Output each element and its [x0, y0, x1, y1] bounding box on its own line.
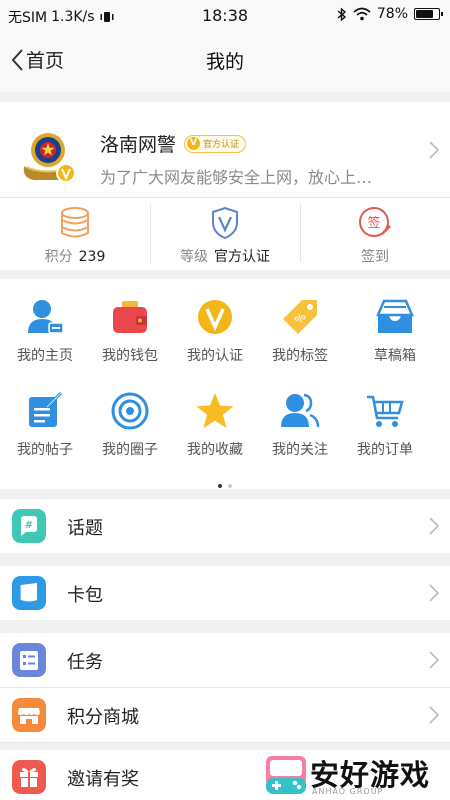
profile-description: 为了广大网友能够安全上网，放心上…: [100, 168, 373, 187]
grid-label: 我的收藏: [187, 442, 243, 458]
verified-badge-label: 官方认证: [203, 140, 240, 150]
sign-in-icon: 签: [359, 207, 391, 237]
card-icon: [12, 576, 46, 610]
list-item-tasks[interactable]: 任务: [0, 633, 450, 687]
chevron-right-icon: [429, 141, 440, 159]
list-item-topics[interactable]: # 话题: [0, 499, 450, 553]
avatar: [23, 133, 76, 183]
grid-label: 我的帖子: [17, 442, 73, 458]
drafts-icon: [376, 299, 414, 333]
grid-item-favorites[interactable]: 我的收藏: [170, 391, 260, 459]
divider: [0, 742, 450, 743]
page-dot-active: [218, 484, 222, 488]
chevron-right-icon: [429, 517, 440, 535]
page-dot: [228, 484, 232, 488]
task-icon: [12, 643, 46, 677]
status-bar: 无SIM 1.3K/s 18:38 78%: [0, 0, 450, 30]
list-item-label: 卡包: [67, 585, 103, 606]
coins-icon: [61, 207, 89, 238]
watermark-sub: ANHAO GROUP: [312, 787, 384, 796]
post-icon: [29, 391, 63, 427]
topic-icon: #: [12, 509, 46, 543]
grid-item-wallet[interactable]: 我的钱包: [85, 297, 175, 365]
grid-label: 我的主页: [17, 348, 73, 364]
grid-item-posts[interactable]: 我的帖子: [0, 391, 90, 459]
verified-icon: [198, 300, 232, 334]
grid-item-circles[interactable]: 我的圈子: [85, 391, 175, 459]
watermark: 安好游戏 ANHAO GROUP: [264, 752, 450, 800]
chevron-right-icon: [429, 706, 440, 724]
list-item-label: 积分商城: [67, 707, 139, 728]
verified-v-icon: V: [187, 137, 201, 150]
verified-badge: V 官方认证: [184, 134, 247, 153]
profile-page: 无SIM 1.3K/s 18:38 78% 首页 我的 洛南网警 V 官方认证 …: [0, 0, 450, 800]
grid-label: 我的标签: [272, 348, 328, 364]
stat-points-value: 239: [78, 249, 106, 265]
grid-item-following[interactable]: 我的关注: [255, 391, 345, 459]
svg-text:#: #: [25, 520, 33, 531]
gift-icon: [12, 760, 46, 794]
list-item-label: 任务: [67, 652, 103, 673]
shield-v-icon: [212, 206, 238, 240]
battery-percent: 78%: [376, 6, 408, 22]
battery-icon: [414, 8, 443, 20]
grid-item-homepage[interactable]: 我的主页: [0, 297, 90, 365]
stat-points[interactable]: 积分 239: [0, 198, 150, 270]
stat-checkin[interactable]: 签 签到: [300, 198, 450, 270]
grid-item-drafts[interactable]: 草稿箱: [350, 297, 440, 365]
profile-name: 洛南网警: [100, 134, 177, 156]
stat-points-label: 积分: [44, 249, 73, 265]
tag-icon: %: [283, 300, 317, 334]
grid-item-verify[interactable]: 我的认证: [170, 297, 260, 365]
list-item-points-store[interactable]: 积分商城: [0, 688, 450, 742]
stat-level-value: 官方认证: [214, 249, 270, 265]
svg-text:签: 签: [367, 215, 380, 231]
grid-label: 我的关注: [272, 442, 328, 458]
stat-checkin-label: 签到: [361, 249, 389, 265]
back-label: 首页: [26, 50, 65, 72]
chevron-left-icon: [11, 48, 23, 71]
bluetooth-icon: [337, 6, 346, 22]
list-item-label: 邀请有奖: [67, 769, 139, 790]
chevron-right-icon: [429, 584, 440, 602]
user-icon: [28, 300, 64, 334]
store-icon: [12, 698, 46, 732]
grid-item-orders[interactable]: 我的订单: [340, 391, 430, 459]
grid-label: 草稿箱: [374, 348, 416, 364]
circle-icon: [111, 392, 149, 430]
back-button[interactable]: 首页: [10, 46, 64, 73]
grid-label: 我的钱包: [102, 348, 158, 364]
grid-label: 我的订单: [357, 442, 413, 458]
cart-icon: [367, 395, 404, 427]
gamepad-logo-icon: [266, 756, 306, 794]
follow-icon: [281, 393, 320, 428]
nav-bar: 首页 我的: [0, 30, 450, 92]
grid-label: 我的圈子: [102, 442, 158, 458]
stat-level[interactable]: 等级 官方认证: [150, 198, 300, 270]
page-indicator: [0, 473, 450, 492]
stat-level-label: 等级: [180, 249, 208, 265]
list-item-cards[interactable]: 卡包: [0, 566, 450, 620]
star-icon: [196, 393, 234, 428]
chevron-right-icon: [429, 651, 440, 669]
profile-card[interactable]: 洛南网警 V 官方认证 为了广大网友能够安全上网，放心上…: [0, 102, 450, 198]
feature-grid: 我的主页 我的钱包 我的认证 % 我的标签 草稿箱 我的帖子 我的圈子 我的收藏…: [0, 279, 450, 489]
wifi-icon: [353, 7, 371, 21]
grid-item-tags[interactable]: % 我的标签: [255, 297, 345, 365]
list-item-label: 话题: [67, 518, 103, 539]
page-title: 我的: [205, 51, 244, 73]
grid-label: 我的认证: [187, 348, 243, 364]
stats-bar: 积分 239 等级 官方认证 签 签到: [0, 198, 450, 270]
wallet-icon: [113, 301, 147, 333]
